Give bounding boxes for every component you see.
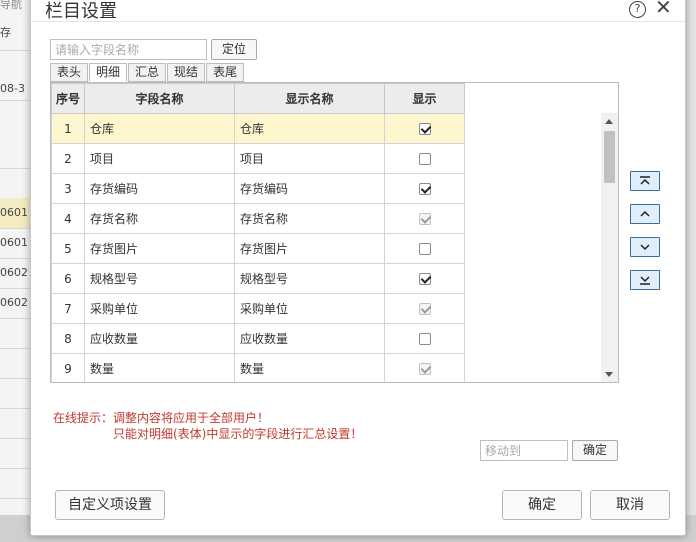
- scroll-thumb[interactable]: [604, 131, 615, 183]
- move-down-button[interactable]: [630, 237, 660, 257]
- show-cell: [384, 173, 465, 204]
- show-cell: [384, 113, 465, 144]
- show-cell: [384, 353, 465, 382]
- show-checkbox[interactable]: [418, 273, 431, 285]
- custom-fields-button[interactable]: 自定义项设置: [55, 490, 165, 520]
- table-row[interactable]: 4 存货名称 存货名称: [51, 203, 465, 234]
- dialog-title: 栏目设置: [45, 1, 117, 22]
- bg-code-4: 0602: [0, 296, 28, 309]
- display-name-cell[interactable]: 存货图片: [234, 233, 385, 264]
- row-number: 4: [51, 203, 85, 234]
- show-checkbox: [418, 303, 431, 315]
- bg-nav-label: 导航: [0, 0, 22, 11]
- show-cell: [384, 323, 465, 354]
- locate-button[interactable]: 定位: [211, 39, 257, 60]
- table-row[interactable]: 8 应收数量 应收数量: [51, 323, 465, 354]
- row-number: 2: [51, 143, 85, 174]
- table-row[interactable]: 1 仓库 仓库: [51, 113, 465, 144]
- show-checkbox[interactable]: [418, 243, 431, 255]
- table-row[interactable]: 7 采购单位 采购单位: [51, 293, 465, 324]
- row-number: 9: [51, 353, 85, 382]
- field-name-cell[interactable]: 数量: [84, 353, 235, 382]
- show-cell: [384, 143, 465, 174]
- field-search-input[interactable]: [50, 39, 207, 60]
- row-number: 7: [51, 293, 85, 324]
- display-name-cell[interactable]: 存货编码: [234, 173, 385, 204]
- column-table: 序号 字段名称 显示名称 显示 1 仓库 仓库 2 项目 项目 3 存货编码 存货编码 4 存货名称…: [50, 82, 619, 383]
- scroll-down-icon[interactable]: [605, 372, 613, 377]
- scroll-up-icon[interactable]: [605, 119, 613, 124]
- move-to-input[interactable]: [480, 440, 568, 461]
- table-row[interactable]: 5 存货图片 存货图片: [51, 233, 465, 264]
- tab-detail[interactable]: 明细: [89, 63, 128, 82]
- show-checkbox[interactable]: [418, 123, 431, 135]
- show-cell: [384, 263, 465, 294]
- tab-cash[interactable]: 现结: [167, 63, 206, 82]
- show-cell: [384, 203, 465, 234]
- field-name-cell[interactable]: 规格型号: [84, 263, 235, 294]
- move-up-button[interactable]: [630, 204, 660, 224]
- chevron-up-icon: [640, 210, 650, 217]
- display-name-cell[interactable]: 存货名称: [234, 203, 385, 234]
- col-header-display: 显示名称: [234, 83, 385, 114]
- show-checkbox: [418, 363, 431, 375]
- move-to-bottom-icon: [640, 276, 650, 285]
- table-row[interactable]: 9 数量 数量: [51, 353, 465, 382]
- title-divider: [31, 21, 685, 22]
- ok-button[interactable]: 确定: [502, 490, 582, 520]
- field-name-cell[interactable]: 存货编码: [84, 173, 235, 204]
- display-name-cell[interactable]: 数量: [234, 353, 385, 382]
- chevron-down-icon: [640, 244, 650, 251]
- show-checkbox[interactable]: [418, 153, 431, 165]
- help-icon[interactable]: ?: [629, 1, 646, 18]
- move-bottom-button[interactable]: [630, 270, 660, 290]
- close-icon[interactable]: ✕: [655, 0, 672, 18]
- field-name-cell[interactable]: 存货图片: [84, 233, 235, 264]
- tab-footer[interactable]: 表尾: [206, 63, 245, 82]
- display-name-cell[interactable]: 采购单位: [234, 293, 385, 324]
- bg-stock-label: 存: [0, 26, 11, 39]
- field-name-cell[interactable]: 应收数量: [84, 323, 235, 354]
- display-name-cell[interactable]: 仓库: [234, 113, 385, 144]
- move-top-button[interactable]: [630, 171, 660, 191]
- tab-summary[interactable]: 汇总: [128, 63, 167, 82]
- section-tabs: 表头 明细 汇总 现结 表尾: [50, 63, 245, 82]
- show-checkbox[interactable]: [418, 183, 431, 195]
- row-number: 3: [51, 173, 85, 204]
- row-number: 1: [51, 113, 85, 144]
- show-checkbox[interactable]: [418, 333, 431, 345]
- field-name-cell[interactable]: 项目: [84, 143, 235, 174]
- move-to-confirm-button[interactable]: 确定: [572, 440, 618, 461]
- bg-code-2: 0601: [0, 236, 28, 249]
- table-row[interactable]: 6 规格型号 规格型号: [51, 263, 465, 294]
- display-name-cell[interactable]: 项目: [234, 143, 385, 174]
- col-header-no: 序号: [51, 83, 85, 114]
- tab-header[interactable]: 表头: [50, 63, 89, 82]
- row-number: 8: [51, 323, 85, 354]
- show-cell: [384, 293, 465, 324]
- show-cell: [384, 233, 465, 264]
- show-checkbox: [418, 213, 431, 225]
- field-name-cell[interactable]: 存货名称: [84, 203, 235, 234]
- col-header-show: 显示: [384, 83, 465, 114]
- hint-line-2: 只能对明细(表体)中显示的字段进行汇总设置！: [113, 427, 363, 441]
- bg-code-3: 0602: [0, 266, 28, 279]
- field-name-cell[interactable]: 仓库: [84, 113, 235, 144]
- table-row[interactable]: 2 项目 项目: [51, 143, 465, 174]
- bg-code-1: 0601: [0, 206, 28, 219]
- table-scrollbar[interactable]: [601, 113, 618, 382]
- hint-line-1: 在线提示：调整内容将应用于全部用户！: [53, 411, 270, 425]
- row-number: 5: [51, 233, 85, 264]
- move-to-top-icon: [640, 176, 650, 185]
- col-header-field: 字段名称: [84, 83, 235, 114]
- display-name-cell[interactable]: 应收数量: [234, 323, 385, 354]
- cancel-button[interactable]: 取消: [590, 490, 670, 520]
- table-row[interactable]: 3 存货编码 存货编码: [51, 173, 465, 204]
- column-settings-dialog: 栏目设置 ? ✕ 定位 表头 明细 汇总 现结 表尾 序号 字段名称 显示名称 …: [30, 0, 686, 536]
- row-number: 6: [51, 263, 85, 294]
- display-name-cell[interactable]: 规格型号: [234, 263, 385, 294]
- bg-date: 08-3: [0, 82, 25, 95]
- field-name-cell[interactable]: 采购单位: [84, 293, 235, 324]
